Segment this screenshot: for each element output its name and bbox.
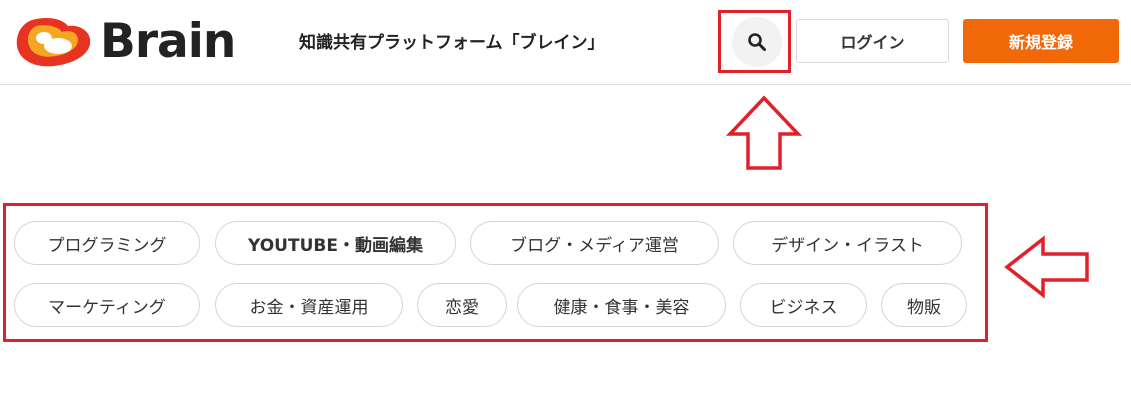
category-tag-business[interactable]: ビジネス <box>740 283 867 327</box>
category-tag-blog-media[interactable]: ブログ・メディア運営 <box>470 221 719 265</box>
signup-button[interactable]: 新規登録 <box>963 19 1119 63</box>
brain-logo-icon <box>16 18 91 67</box>
category-tag-health[interactable]: 健康・食事・美容 <box>517 283 726 327</box>
category-tag-money[interactable]: お金・資産運用 <box>215 283 403 327</box>
logo-text: Brain <box>100 14 236 69</box>
site-tagline: 知識共有プラットフォーム「ブレイン」 <box>299 33 605 53</box>
category-tag-design-illust[interactable]: デザイン・イラスト <box>733 221 962 265</box>
site-header: Brain 知識共有プラットフォーム「ブレイン」 ログイン 新規登録 <box>0 0 1131 85</box>
category-tag-romance[interactable]: 恋愛 <box>417 283 507 327</box>
brain-logo[interactable]: Brain <box>14 14 276 69</box>
category-tag-sales[interactable]: 物販 <box>881 283 967 327</box>
category-tag-youtube[interactable]: YOUTUBE・動画編集 <box>215 221 456 265</box>
arrow-left-outline-icon <box>1004 235 1089 299</box>
login-button[interactable]: ログイン <box>796 19 949 63</box>
arrow-up-outline-icon <box>726 95 802 170</box>
category-tag-programming[interactable]: プログラミング <box>14 221 200 265</box>
category-tag-marketing[interactable]: マーケティング <box>14 283 200 327</box>
search-highlight-box <box>718 10 791 73</box>
